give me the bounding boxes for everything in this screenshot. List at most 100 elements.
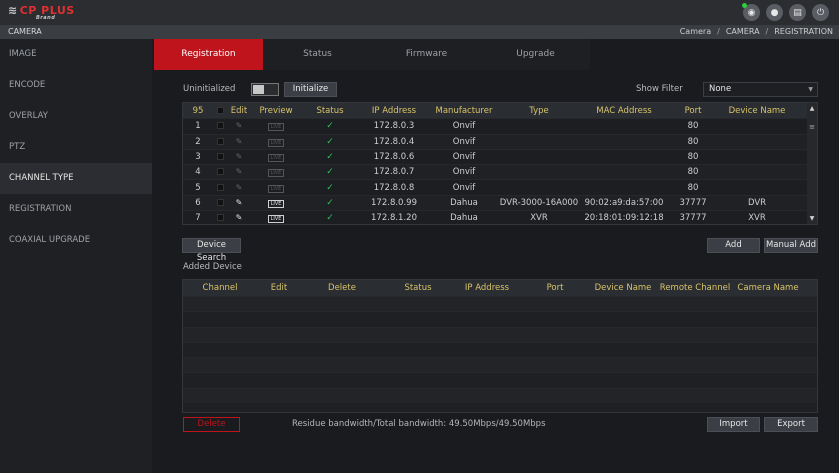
tab-bar: Registration Status Firmware Upgrade <box>154 39 590 70</box>
tab-registration[interactable]: Registration <box>154 39 263 70</box>
top-bar: ≋ CP PLUS Brand ◉ ● ▤ ⏻ <box>0 0 839 26</box>
row-checkbox[interactable] <box>213 198 227 208</box>
sidebar-item-channel-type[interactable]: CHANNEL TYPE <box>0 163 152 194</box>
live-preview-icon[interactable]: LIVE <box>251 167 301 178</box>
breadcrumb-item[interactable]: CAMERA <box>726 27 760 36</box>
row-checkbox[interactable] <box>213 183 227 193</box>
edit-icon[interactable]: ✎ <box>227 137 251 147</box>
edit-icon[interactable]: ✎ <box>227 198 251 208</box>
col-type: Type <box>529 105 549 116</box>
col-device-name: Device Name <box>594 283 652 293</box>
row-port: 80 <box>687 121 699 132</box>
tab-upgrade[interactable]: Upgrade <box>481 39 590 70</box>
live-preview-icon[interactable]: LIVE <box>251 121 301 132</box>
row-number: 5 <box>195 182 201 193</box>
edit-icon[interactable]: ✎ <box>227 121 251 131</box>
show-filter-select[interactable]: None ▼ <box>703 82 818 97</box>
row-ip: 172.8.0.7 <box>373 167 415 178</box>
device-table-header: 95 Edit Preview Status IP Address Manufa… <box>183 103 817 119</box>
row-port: 80 <box>687 167 699 178</box>
page-title: CAMERA <box>8 27 42 36</box>
col-port: Port <box>546 283 564 293</box>
status-ok-icon: ✓ <box>326 152 334 163</box>
edit-icon[interactable]: ✎ <box>227 183 251 193</box>
col-ip: IP Address <box>371 105 417 116</box>
sidebar-item-ptz[interactable]: PTZ <box>0 132 152 163</box>
scroll-up-icon[interactable]: ▲ <box>807 105 817 112</box>
col-port: Port <box>684 105 702 116</box>
row-checkbox[interactable] <box>213 213 227 223</box>
live-preview-icon[interactable]: LIVE <box>251 137 301 147</box>
row-port: 80 <box>687 182 699 193</box>
import-button[interactable]: Import <box>707 417 760 432</box>
row-checkbox[interactable] <box>213 167 227 177</box>
eye-icon[interactable]: ◉ <box>742 3 760 21</box>
export-button[interactable]: Export <box>764 417 818 432</box>
table-row <box>183 296 817 312</box>
row-port: 37777 <box>679 213 707 224</box>
table-row <box>183 341 817 357</box>
menu-icon[interactable]: ▤ <box>789 4 806 21</box>
table-row[interactable]: 2 ✎ LIVE ✓ 172.8.0.4 Onvif 80 <box>183 133 817 149</box>
table-row <box>183 387 817 404</box>
table-row[interactable]: 4 ✎ LIVE ✓ 172.8.0.7 Onvif 80 <box>183 164 817 179</box>
table-row[interactable]: 1 ✎ LIVE ✓ 172.8.0.3 Onvif 80 <box>183 118 817 134</box>
breadcrumb-item[interactable]: Camera <box>680 27 711 36</box>
status-ok-icon: ✓ <box>326 197 334 208</box>
device-table-scrollbar[interactable]: ▲ ≡ ▼ <box>807 103 817 224</box>
logo-subtext: Brand <box>36 15 56 21</box>
sidebar-item-coaxial-upgrade[interactable]: COAXIAL UPGRADE <box>0 225 152 256</box>
live-preview-icon[interactable]: LIVE <box>251 152 301 163</box>
row-checkbox[interactable] <box>213 121 227 131</box>
row-type: DVR-3000-16A000 <box>499 197 579 208</box>
live-preview-icon[interactable]: LIVE <box>251 198 301 208</box>
sidebar-item-encode[interactable]: ENCODE <box>0 70 152 101</box>
row-ip: 172.8.0.99 <box>371 197 417 208</box>
live-preview-icon[interactable]: LIVE <box>251 183 301 193</box>
user-icon[interactable]: ● <box>766 4 783 21</box>
scroll-thumb[interactable]: ≡ <box>808 124 816 131</box>
scroll-down-icon[interactable]: ▼ <box>807 215 817 222</box>
col-ip: IP Address <box>464 283 510 293</box>
row-mac: 20:18:01:09:12:18 <box>584 213 664 224</box>
manual-add-button[interactable]: Manual Add <box>764 238 818 253</box>
sidebar-item-image[interactable]: IMAGE <box>0 39 152 70</box>
table-row[interactable]: 3 ✎ LIVE ✓ 172.8.0.6 Onvif 80 <box>183 148 817 165</box>
uninitialized-toggle[interactable] <box>251 83 279 96</box>
sidebar-item-registration[interactable]: REGISTRATION <box>0 194 152 225</box>
row-manufacturer: Onvif <box>452 152 476 163</box>
sidebar-item-overlay[interactable]: OVERLAY <box>0 101 152 132</box>
status-ok-icon: ✓ <box>326 182 334 193</box>
device-table: 95 Edit Preview Status IP Address Manufa… <box>182 102 818 225</box>
tab-firmware[interactable]: Firmware <box>372 39 481 70</box>
col-status: Status <box>404 283 432 293</box>
table-row[interactable]: 7 ✎ LIVE ✓ 172.8.1.20 Dahua XVR 20:18:01:09:12:… <box>183 210 817 224</box>
table-row[interactable]: 6 ✎ LIVE ✓ 172.8.0.99 Dahua DVR-3000-16A000 90:… <box>183 194 817 210</box>
tab-status[interactable]: Status <box>263 39 372 70</box>
add-button[interactable]: Add <box>707 238 760 253</box>
title-bar: CAMERA Camera / CAMERA / REGISTRATION <box>0 26 839 39</box>
row-checkbox[interactable] <box>213 137 227 147</box>
live-preview-icon[interactable]: LIVE <box>251 213 301 224</box>
row-device-name: XVR <box>748 213 766 224</box>
added-device-label: Added Device <box>183 262 242 272</box>
added-table-header: Channel Edit Delete Status IP Address Po… <box>183 280 817 296</box>
table-row[interactable]: 5 ✎ LIVE ✓ 172.8.0.8 Onvif 80 <box>183 179 817 195</box>
row-ip: 172.8.0.3 <box>373 121 415 132</box>
row-checkbox[interactable] <box>213 152 227 162</box>
edit-icon[interactable]: ✎ <box>227 152 251 162</box>
show-filter-label: Show Filter <box>636 84 683 94</box>
device-search-button[interactable]: Device Search <box>182 238 241 263</box>
power-icon[interactable]: ⏻ <box>812 4 829 21</box>
row-type: XVR <box>530 213 548 224</box>
row-number: 4 <box>195 167 201 178</box>
delete-button[interactable]: Delete <box>183 417 240 432</box>
row-ip: 172.8.0.8 <box>373 182 415 193</box>
show-filter-value: None <box>709 84 732 94</box>
device-count: 95 <box>192 105 204 116</box>
edit-icon[interactable]: ✎ <box>227 167 251 177</box>
select-all-checkbox[interactable] <box>213 106 227 116</box>
initialize-button[interactable]: Initialize <box>284 82 337 97</box>
toggle-knob <box>253 85 264 94</box>
edit-icon[interactable]: ✎ <box>227 213 251 223</box>
